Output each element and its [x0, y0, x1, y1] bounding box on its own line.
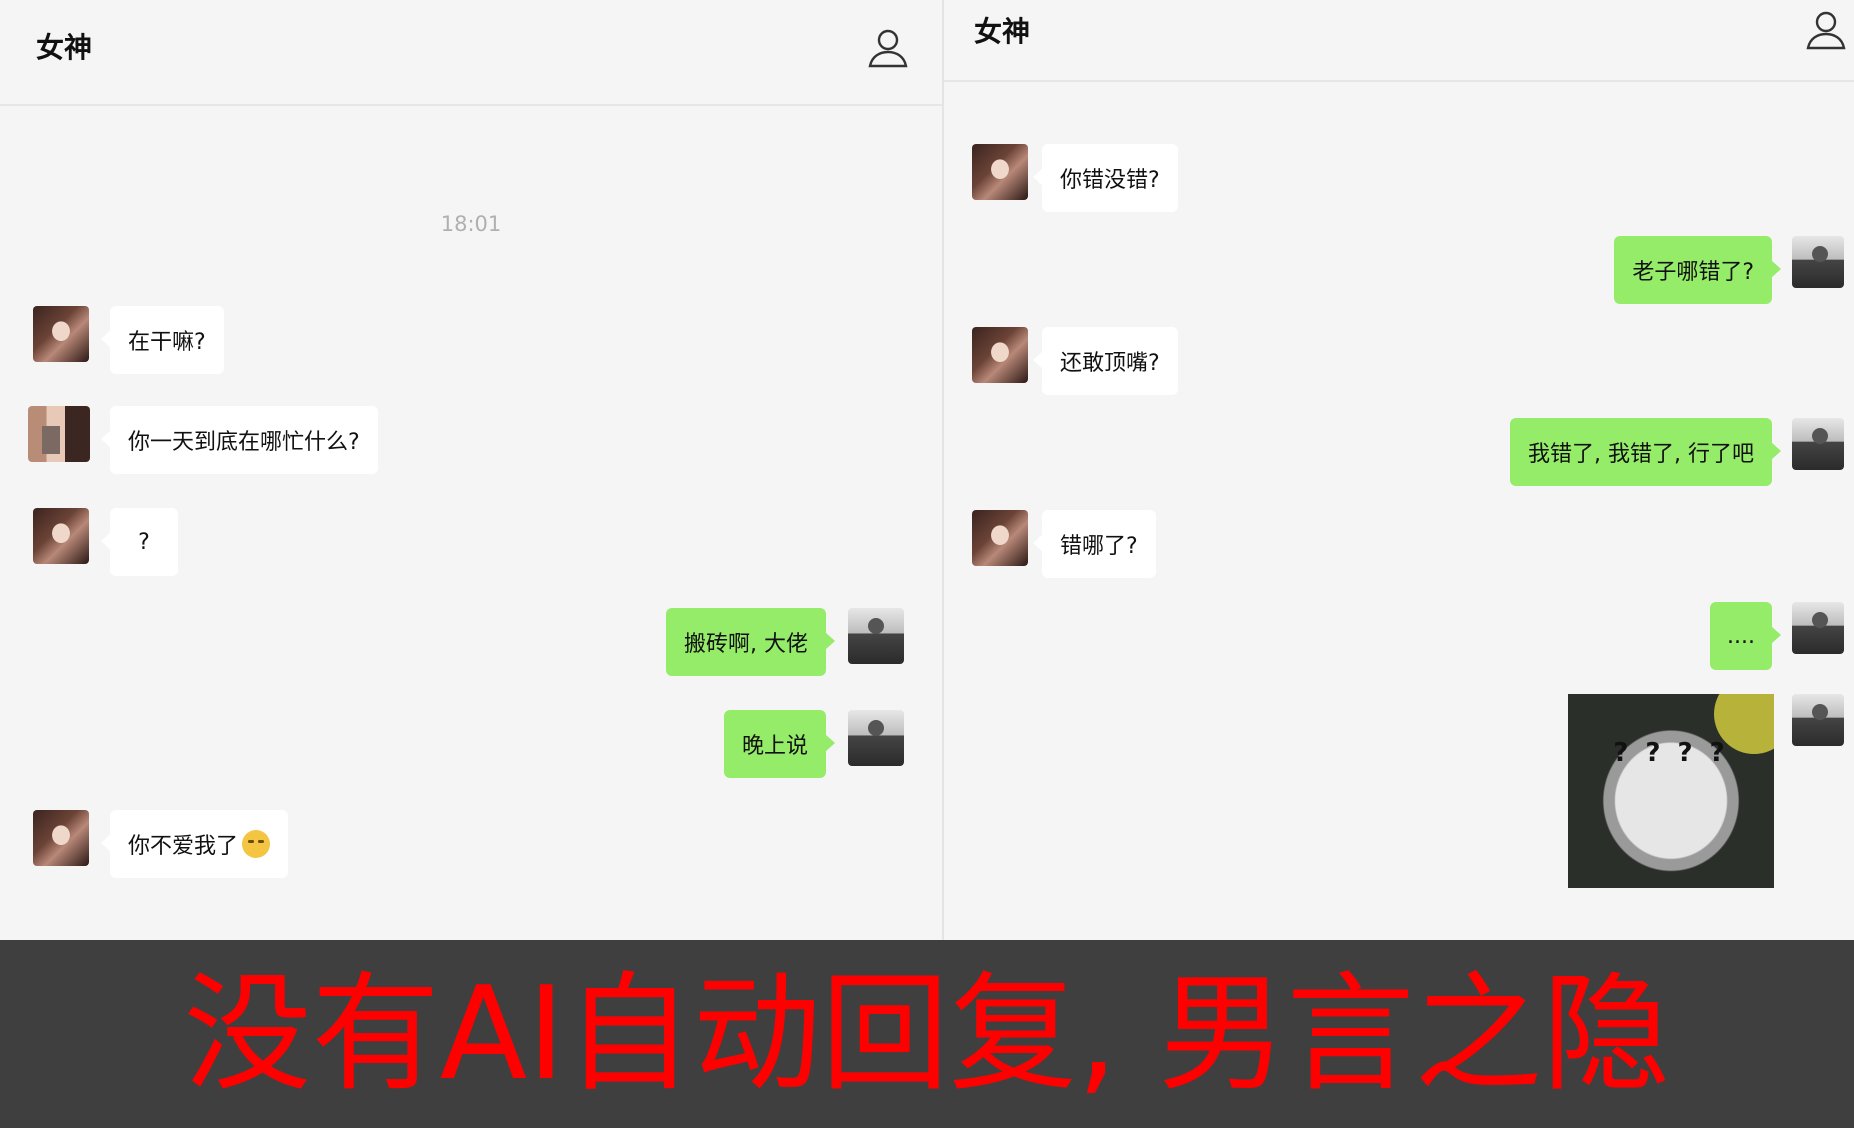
contact-avatar[interactable] [28, 406, 90, 462]
contact-avatar[interactable] [33, 306, 89, 362]
user-avatar[interactable] [848, 710, 904, 766]
message-text: 你一天到底在哪忙什么? [128, 430, 360, 455]
incoming-message[interactable]: ? [101, 508, 178, 576]
incoming-message[interactable]: 还敢顶嘴? [1033, 327, 1178, 395]
outgoing-message[interactable]: 晚上说 [723, 710, 836, 778]
incoming-message[interactable]: 你一天到底在哪忙什么? [101, 406, 378, 474]
user-avatar[interactable] [848, 608, 904, 664]
contact-avatar[interactable] [972, 510, 1028, 566]
chat-header: 女神 [0, 0, 942, 106]
profile-icon[interactable] [866, 26, 910, 70]
left-chat-window: 女神 18:01 在干嘛? 你一天到底在哪忙什么? ? 搬砖啊, 大佬 晚上说 … [0, 0, 942, 940]
caption-text: 没有AI自动回复, 男言之隐 [183, 960, 1671, 1109]
message-text: 晚上说 [741, 734, 808, 759]
user-avatar[interactable] [1792, 602, 1844, 654]
chat-title: 女神 [974, 15, 1031, 48]
incoming-message[interactable]: 你不爱我了 [100, 810, 289, 878]
chat-header: 女神 [944, 0, 1854, 82]
message-text: .... [1727, 623, 1755, 649]
message-text: 老子哪错了? [1632, 260, 1754, 285]
contact-avatar[interactable] [972, 144, 1028, 200]
message-timestamp: 18:01 [440, 212, 502, 236]
contact-avatar[interactable] [972, 327, 1028, 383]
outgoing-message[interactable]: 老子哪错了? [1614, 236, 1781, 304]
caption-banner: 没有AI自动回复, 男言之隐 [0, 940, 1854, 1128]
message-text: ? [138, 529, 150, 555]
user-avatar[interactable] [1792, 694, 1844, 746]
message-text: 你不爱我了 [128, 834, 239, 859]
outgoing-message[interactable]: 搬砖啊, 大佬 [666, 608, 835, 676]
user-avatar[interactable] [1792, 418, 1844, 470]
chat-title: 女神 [36, 31, 93, 64]
message-text: 还敢顶嘴? [1060, 351, 1160, 376]
outgoing-message[interactable]: 我错了, 我错了, 行了吧 [1510, 418, 1781, 486]
crying-face-emoji-icon [242, 830, 271, 858]
profile-icon[interactable] [1804, 8, 1848, 52]
message-text: 在干嘛? [128, 330, 206, 355]
user-avatar[interactable] [1792, 236, 1844, 288]
message-text: 我错了, 我错了, 行了吧 [1528, 442, 1754, 467]
message-text: 错哪了? [1060, 534, 1138, 559]
contact-avatar[interactable] [33, 508, 89, 564]
sticker-text: ? ? ? ? [1613, 738, 1729, 768]
outgoing-message[interactable]: .... [1710, 602, 1781, 670]
message-text: 你错没错? [1060, 168, 1160, 193]
contact-avatar[interactable] [33, 810, 89, 866]
incoming-message[interactable]: 在干嘛? [101, 306, 224, 374]
incoming-message[interactable]: 错哪了? [1033, 510, 1156, 578]
sticker-message[interactable]: ? ? ? ? [1568, 694, 1774, 888]
incoming-message[interactable]: 你错没错? [1033, 144, 1178, 212]
message-text: 搬砖啊, 大佬 [684, 632, 808, 657]
